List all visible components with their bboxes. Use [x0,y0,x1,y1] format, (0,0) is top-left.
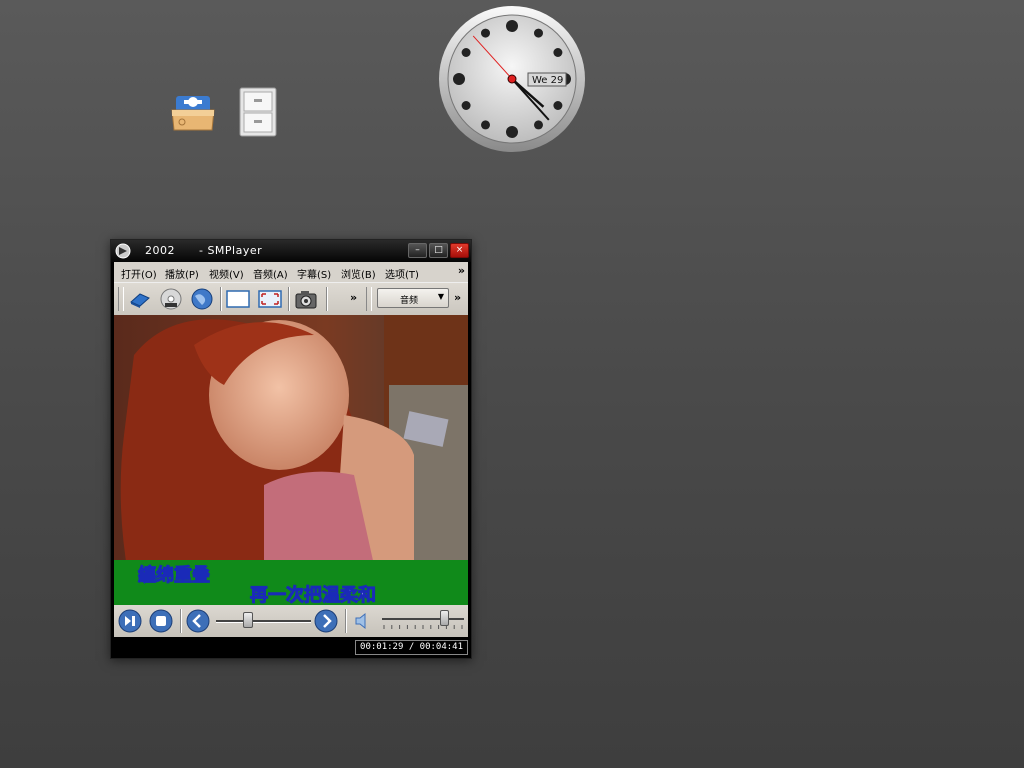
analog-clock-widget: We 29 [437,4,587,154]
toolbar-grip[interactable] [118,287,124,311]
toolbar-overflow-button[interactable]: » [350,291,357,304]
menu-bar: 打开(O) 播放(P) 视频(V) 音频(A) 字幕(S) 浏览(B) 选项(T… [114,262,468,282]
close-button[interactable]: × [450,243,469,258]
fullscreen-icon[interactable] [258,288,282,310]
menu-play[interactable]: 播放(P) [165,266,199,281]
clock-hour-marker [553,101,563,110]
clock-hour-marker [461,48,471,57]
screenshot-icon[interactable] [294,288,318,310]
clock-hour-marker [453,73,465,85]
clock-hour-marker [506,20,518,32]
video-area[interactable]: 纏绵重叠 再一次把温柔和 [114,315,468,605]
forward-icon[interactable] [314,609,338,633]
main-toolbar: » 音频 ▼ » [114,282,468,316]
open-dvd-icon[interactable] [159,288,183,310]
subtitle-line-2: 再一次把温柔和 [250,584,376,605]
package-installer-icon[interactable] [168,86,220,138]
volume-slider[interactable] [382,613,464,631]
clock-hour-marker [534,28,543,38]
menu-browse[interactable]: 浏览(B) [341,266,376,281]
menu-audio[interactable]: 音频(A) [253,266,288,281]
clock-date-label: We 29 [532,75,563,86]
clock-hour-marker [461,101,471,110]
open-file-icon[interactable] [128,288,152,310]
clock-hour-marker [553,48,563,57]
menu-options[interactable]: 选项(T) [385,266,419,281]
time-display: 00:01:29 / 00:04:41 [355,640,468,655]
menu-overflow-button[interactable]: » [458,264,465,277]
clock-hour-marker [481,28,490,38]
clock-hour-marker [506,126,518,138]
window-title: 2002 - SMPlayer [145,244,263,257]
toolbar2-grip[interactable] [366,287,372,311]
stop-icon[interactable] [149,609,173,633]
seek-bar[interactable] [216,620,311,623]
open-url-icon[interactable] [190,288,214,310]
maximize-button[interactable]: □ [429,243,448,258]
rewind-icon[interactable] [186,609,210,633]
audio-select-label: 音频 [400,296,419,306]
subtitle-line-1: 纏绵重叠 [138,564,210,586]
window-titlebar[interactable]: 2002 - SMPlayer – □ × [111,240,471,262]
minimize-button[interactable]: – [408,243,427,258]
chevron-down-icon: ▼ [437,292,444,301]
toolbar2-overflow-button[interactable]: » [454,291,461,304]
volume-icon[interactable] [352,609,376,633]
smplayer-window[interactable]: 2002 - SMPlayer – □ × 打开(O) 播放(P) 视频(V) … [110,239,472,659]
volume-handle[interactable] [440,610,450,626]
menu-subtitles[interactable]: 字幕(S) [297,266,331,281]
clock-hour-marker [481,120,490,130]
menu-video[interactable]: 视频(V) [209,266,244,281]
smplayer-app-icon[interactable] [114,242,132,260]
seek-handle[interactable] [243,612,254,628]
video-frame: 纏绵重叠 再一次把温柔和 [114,315,468,605]
play-pause-icon[interactable] [118,609,142,633]
menu-open[interactable]: 打开(O) [121,266,157,281]
clock-hour-marker [534,120,543,130]
file-cabinet-icon[interactable] [232,86,284,138]
audio-track-select[interactable]: 音频 ▼ [377,288,449,308]
compact-view-icon[interactable] [226,288,250,310]
status-bar: 00:01:29 / 00:04:41 [111,637,471,658]
playback-controls [114,605,468,637]
